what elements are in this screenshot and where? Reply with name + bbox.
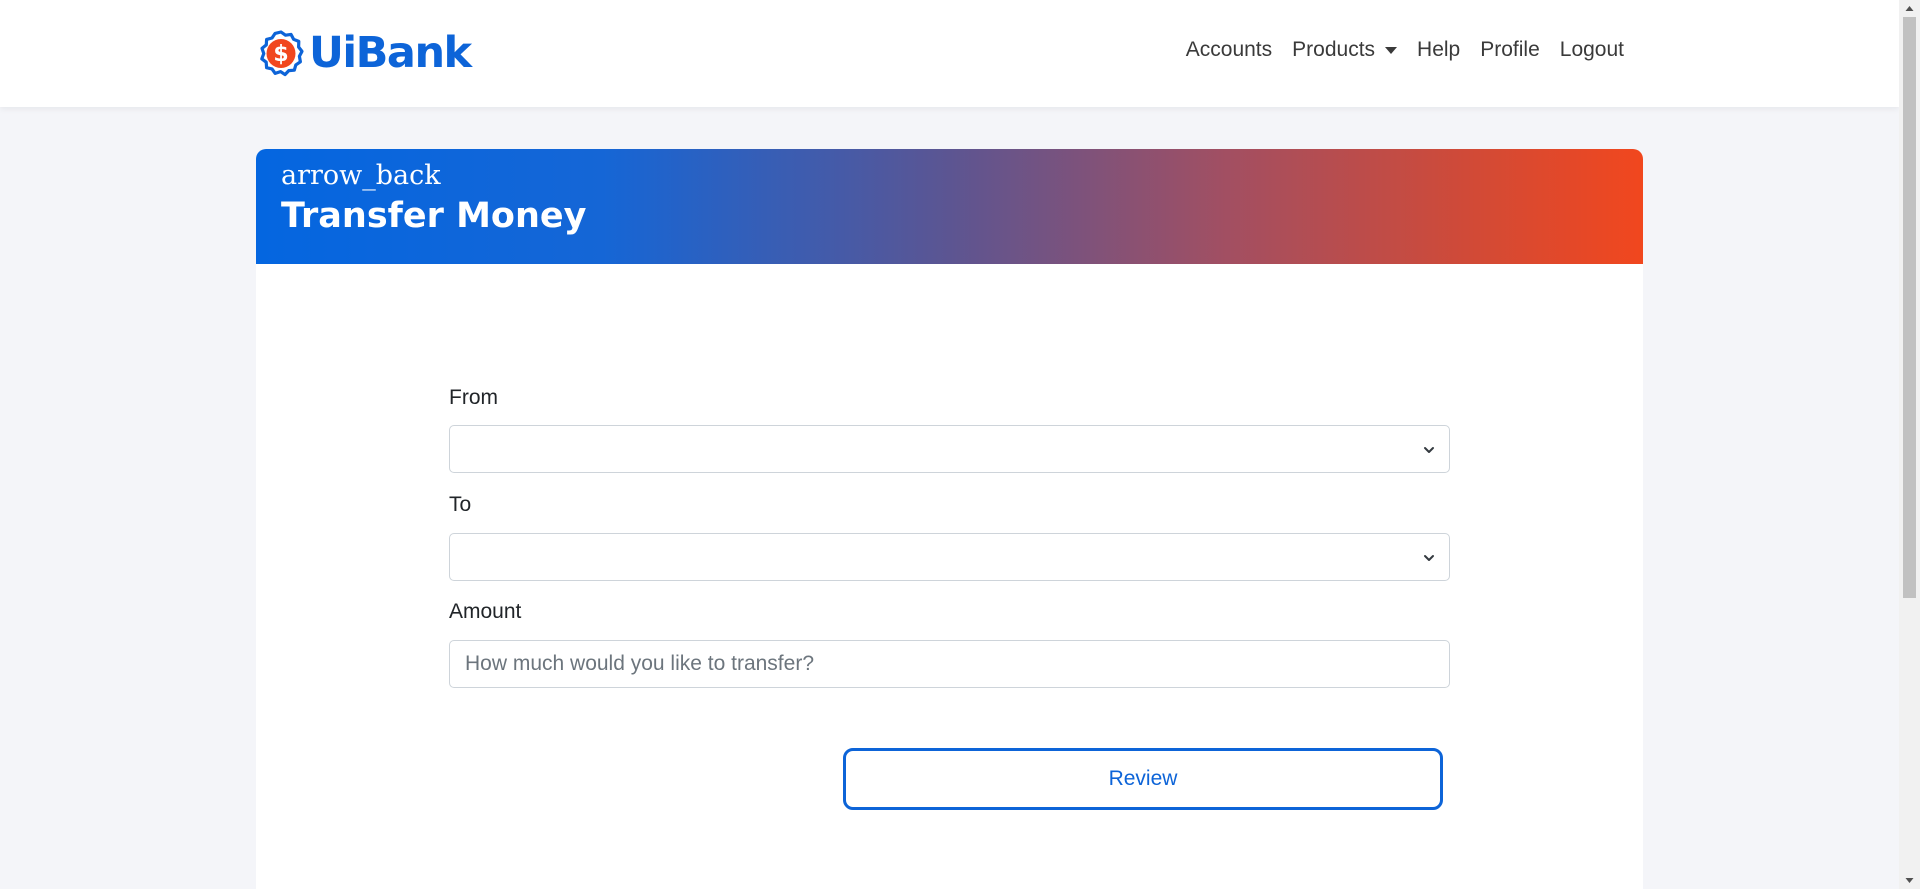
from-select[interactable]: [449, 425, 1450, 473]
vertical-scrollbar[interactable]: [1899, 0, 1920, 889]
scroll-up-arrow-icon[interactable]: [1899, 0, 1920, 17]
amount-label: Amount: [449, 600, 522, 623]
nav-products-dropdown[interactable]: Products: [1282, 38, 1407, 62]
caret-down-icon: [1385, 46, 1398, 54]
review-button[interactable]: Review: [843, 748, 1443, 810]
brand-name: UiBank: [309, 27, 472, 78]
brand-logo-link[interactable]: $ UiBank: [257, 27, 472, 79]
page-viewport: $ UiBank Accounts Products Help Profile …: [0, 0, 1899, 889]
dollar-badge-icon: $: [260, 30, 304, 77]
nav-help[interactable]: Help: [1407, 38, 1470, 62]
navbar: $ UiBank Accounts Products Help Profile …: [0, 0, 1899, 107]
page-title: Transfer Money: [281, 196, 587, 236]
svg-text:$: $: [273, 42, 288, 67]
to-label: To: [449, 493, 472, 516]
back-arrow-link[interactable]: arrow_back: [281, 162, 441, 189]
transfer-card: arrow_back Transfer Money From To Amount…: [256, 149, 1643, 889]
nav-logout[interactable]: Logout: [1550, 38, 1634, 62]
from-label: From: [449, 386, 498, 409]
nav-products-label: Products: [1292, 38, 1376, 61]
nav-profile[interactable]: Profile: [1470, 38, 1550, 62]
chevron-down-icon: [1424, 447, 1434, 453]
amount-input[interactable]: [449, 640, 1450, 688]
scrollbar-thumb[interactable]: [1903, 17, 1916, 598]
card-header: arrow_back Transfer Money: [256, 149, 1643, 264]
nav-accounts[interactable]: Accounts: [1176, 38, 1282, 62]
to-select[interactable]: [449, 533, 1450, 581]
main-nav: Accounts Products Help Profile Logout: [1176, 38, 1634, 62]
chevron-down-icon: [1424, 555, 1434, 561]
scroll-down-arrow-icon[interactable]: [1899, 872, 1920, 889]
